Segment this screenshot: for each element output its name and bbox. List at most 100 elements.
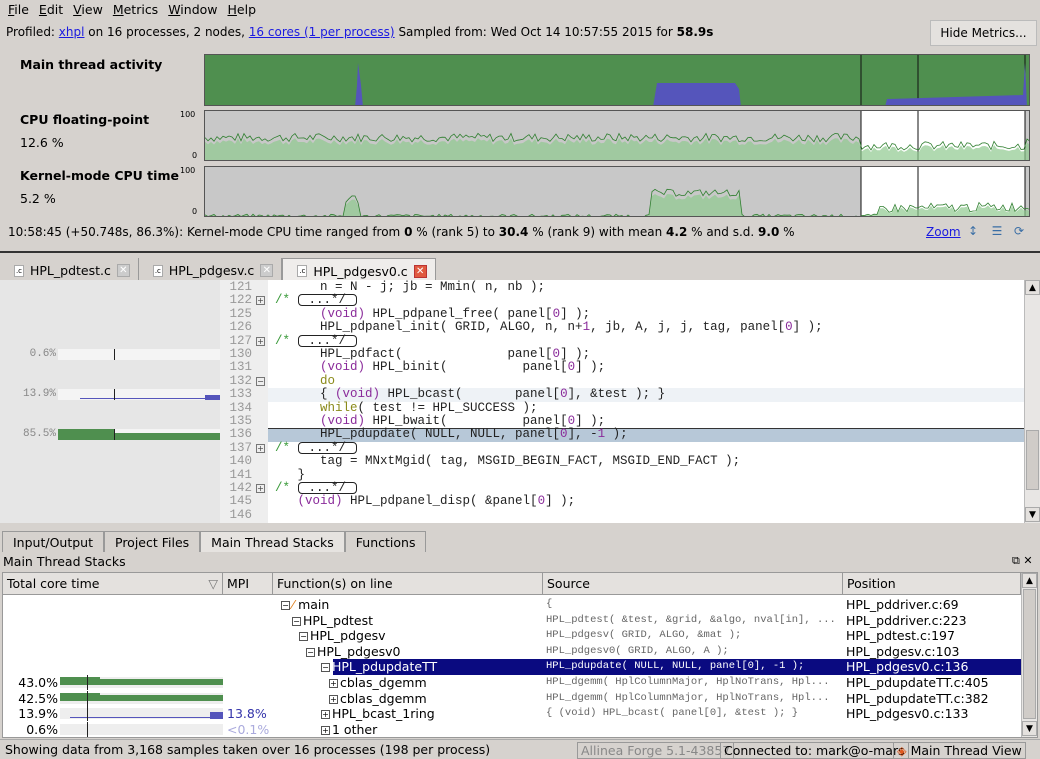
app-link[interactable]: xhpl	[59, 25, 85, 39]
collapse-icon[interactable]: −	[321, 663, 330, 673]
close-tab-icon[interactable]: ✕	[116, 264, 130, 277]
zoom-link[interactable]: Zoom	[926, 225, 961, 239]
expand-fold-icon[interactable]: +	[256, 484, 265, 493]
code-line[interactable]: 145 (void) HPL_pdpanel_disp( &panel[0] )…	[0, 494, 1024, 508]
scroll-up-button[interactable]: ▲	[1022, 573, 1037, 588]
expand-fold-icon[interactable]: +	[256, 336, 265, 346]
menu-window[interactable]: Window	[164, 0, 223, 19]
code-editor[interactable]: 121 n = N - j; jb = Mmin( n, nb ); 122 +/*…	[0, 280, 1040, 523]
menu-file[interactable]: File	[4, 0, 35, 19]
splitter[interactable]	[0, 251, 1040, 253]
stack-row[interactable]: − HPL_pdtest HPL_pdtest( &test, &grid, &al…	[3, 613, 1021, 629]
expand-icon[interactable]: +	[329, 679, 338, 688]
source-snippet: HPL_pdgesv0( GRID, ALGO, A );	[546, 644, 729, 657]
code-line[interactable]: 140 tag = MNxtMgid( tag, MSGID_BEGIN_FAC…	[0, 454, 1024, 468]
code-line[interactable]: 132− do	[0, 373, 1024, 388]
scroll-thumb[interactable]	[1023, 589, 1036, 719]
col-total-core-time[interactable]: Total core time ▽	[3, 573, 223, 595]
col-position[interactable]: Position	[843, 573, 1021, 595]
scroll-down-button[interactable]: ▼	[1025, 507, 1040, 522]
table-scrollbar[interactable]: ▲ ▼	[1021, 573, 1037, 737]
tab-label: HPL_pdgesv0.c	[313, 263, 408, 279]
code-line[interactable]: 126 HPL_pdpanel_init( GRID, ALGO, n, n+1…	[0, 320, 1024, 334]
code-line[interactable]: 131 (void) HPL_binit( panel[0] );	[0, 360, 1024, 374]
menu-view[interactable]: View	[69, 0, 109, 19]
stack-row[interactable]: 0.6% <0.1% +1 other	[3, 721, 1021, 737]
cores-link[interactable]: 16 cores (1 per process)	[249, 25, 395, 39]
close-tab-icon[interactable]: ✕	[260, 264, 274, 277]
line-number: 134	[229, 400, 252, 415]
col-source[interactable]: Source	[543, 573, 843, 595]
code-line[interactable]: 85.5% 136 HPL_pdupdate( NULL, NULL, panel…	[0, 427, 1024, 443]
position: HPL_pddriver.c:69	[846, 597, 959, 612]
list-options-icon[interactable]: ☰	[990, 224, 1004, 238]
expand-icon[interactable]: +	[321, 725, 330, 735]
collapse-icon[interactable]: −	[306, 647, 315, 657]
code-line[interactable]: 13.9% 133 { (void) HPL_bcast( panel[0], &…	[0, 387, 1024, 403]
main-thread-activity-graph[interactable]	[204, 54, 1030, 106]
scroll-up-button[interactable]: ▲	[1025, 280, 1040, 295]
source-snippet: HPL_pdupdate( NULL, NULL, panel[0], -1 )…	[546, 660, 805, 673]
vertical-zoom-icon[interactable]: ↕	[966, 224, 980, 238]
panel-title: Main Thread Stacks	[3, 554, 126, 569]
code-line[interactable]: 141 }	[0, 467, 1024, 482]
stack-row[interactable]: 42.5% + cblas_dgemm HPL_dgemm( HplColumnMaj…	[3, 690, 1021, 707]
code-line[interactable]: 127 + /* ...*/	[0, 334, 1024, 348]
stack-row[interactable]: − HPL_pdgesv0 HPL_pdgesv0( GRID, ALGO, A )…	[3, 644, 1021, 660]
menu-help[interactable]: Help	[224, 0, 263, 19]
collapse-fold-icon[interactable]: −	[256, 376, 265, 386]
menu-metrics[interactable]: Metrics	[109, 0, 164, 19]
bottom-tab[interactable]: Functions	[344, 531, 427, 552]
position: HPL_pdgesv0.c:133	[846, 706, 969, 722]
col-mpi[interactable]: MPI	[223, 573, 273, 595]
code-line[interactable]: 137 + /* ...*/	[0, 441, 1024, 455]
code-line[interactable]: 122 + /* ...*/	[0, 293, 1024, 307]
scroll-thumb[interactable]	[1026, 430, 1039, 490]
col-functions[interactable]: Function(s) on line	[273, 573, 543, 595]
expand-fold-icon[interactable]: +	[256, 296, 265, 306]
core-time-percent: 42.5%	[18, 690, 58, 706]
scroll-down-button[interactable]: ▼	[1022, 721, 1037, 736]
stack-row[interactable]: − HPL_pdgesv HPL_pdgesv( GRID, ALGO, &mat …	[3, 628, 1021, 644]
file-tab[interactable]: .c HPL_pdtest.c ✕	[0, 258, 139, 280]
main-thread-view-button[interactable]: ◈ Main Thread View	[893, 742, 1026, 759]
bottom-tab[interactable]: Input/Output	[2, 531, 104, 552]
bottom-tab[interactable]: Project Files	[104, 531, 201, 552]
code-line[interactable]: 134 while( test != HPL_SUCCESS );	[0, 400, 1024, 415]
code-line[interactable]: 142 + /* ...*/	[0, 481, 1024, 495]
code-line[interactable]: 0.6% 130 HPL_pdfact( panel[0] );	[0, 347, 1024, 361]
kernel-cpu-graph[interactable]	[204, 166, 1030, 217]
collapse-icon[interactable]: −	[292, 616, 301, 626]
expand-icon[interactable]: +	[321, 710, 330, 720]
hide-metrics-button[interactable]: Hide Metrics...	[930, 20, 1037, 46]
panel-float-close[interactable]: ⧉ ✕	[1012, 554, 1033, 568]
stack-row[interactable]: − HPL_pdupdateTT HPL_pdupdate( NULL, NULL,…	[3, 659, 1025, 676]
cpu-floating-point-graph[interactable]	[204, 110, 1030, 161]
bottom-tab[interactable]: Main Thread Stacks	[200, 531, 345, 552]
file-tab[interactable]: .c HPL_pdgesv0.c ✕	[282, 258, 436, 280]
expand-fold-icon[interactable]: +	[256, 443, 265, 453]
stack-row[interactable]: 43.0% + cblas_dgemm HPL_dgemm( HplColumnMaj…	[3, 675, 1021, 691]
position: HPL_pdgesv.c:103	[846, 643, 960, 659]
position: HPL_pdtest.c:197	[846, 628, 955, 644]
stack-row[interactable]: − ⁄ main {HPL_pddriver.c:69	[3, 597, 1021, 613]
line-number: 146	[229, 507, 252, 522]
code-line[interactable]: 125 (void) HPL_pdpanel_free( panel[0] );	[0, 307, 1024, 321]
collapse-icon[interactable]: −	[299, 632, 308, 642]
code-line[interactable]: 121 n = N - j; jb = Mmin( n, nb );	[0, 280, 1024, 294]
close-tab-icon[interactable]: ✕	[413, 264, 427, 278]
line-number: 141	[229, 467, 252, 482]
editor-scrollbar[interactable]: ▲ ▼	[1024, 280, 1040, 523]
stack-row[interactable]: 13.9% 13.8% + HPL_bcast_1ring { (void) HPL_b…	[3, 706, 1021, 722]
code-text: /* ...*/	[275, 294, 358, 307]
line-number: 133	[229, 387, 252, 402]
collapse-icon[interactable]: −	[281, 601, 290, 610]
menu-edit[interactable]: Edit	[35, 0, 69, 19]
code-text: do	[320, 373, 336, 388]
reset-icon[interactable]: ⟳	[1012, 224, 1026, 238]
code-line[interactable]: 135 (void) HPL_bwait( panel[0] );	[0, 414, 1024, 428]
file-tab[interactable]: .c HPL_pdgesv.c ✕	[139, 258, 283, 280]
code-line[interactable]: 146	[0, 507, 1024, 522]
mpi-percent: 13.8%	[227, 706, 267, 722]
expand-icon[interactable]: +	[329, 694, 338, 704]
